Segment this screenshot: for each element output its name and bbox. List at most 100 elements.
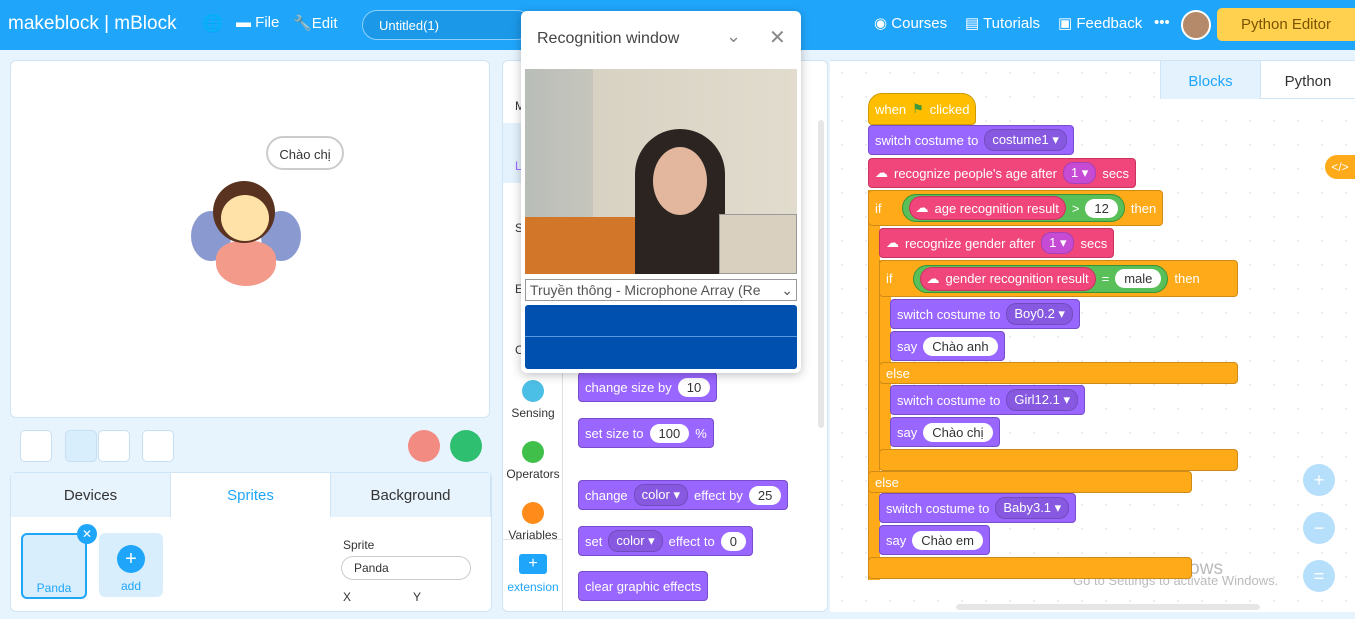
x-label: X — [343, 590, 352, 604]
block-text: then — [1174, 271, 1200, 286]
effect-value: color — [641, 487, 670, 502]
mic-select-value: Truyền thông - Microphone Array (Re — [530, 282, 761, 298]
zoom-reset-icon[interactable]: = — [1303, 560, 1335, 592]
feedback-label: Feedback — [1076, 15, 1143, 32]
block-text: age recognition result — [934, 200, 1059, 216]
block-when-flag-clicked[interactable]: when ⚑ clicked — [868, 93, 977, 125]
block-clear-effects[interactable]: clear graphic effects — [578, 571, 709, 601]
category-variables[interactable]: Variables — [503, 502, 563, 542]
block-text: if — [875, 200, 882, 216]
avatar[interactable] — [1181, 10, 1211, 40]
outer-if-end — [868, 557, 1192, 579]
stage[interactable] — [10, 60, 490, 418]
code-view-toggle-icon[interactable]: </> — [1325, 155, 1355, 179]
tab-background[interactable]: Background — [331, 473, 491, 517]
variables-dot — [522, 502, 544, 524]
effect-input[interactable]: 0 — [720, 531, 746, 551]
say-input[interactable]: Chào chị — [923, 422, 993, 442]
costume-dropdown[interactable]: costume1 ▾ — [984, 129, 1067, 151]
cloud-ai-icon: ☁ — [926, 270, 940, 286]
palette-scrollbar[interactable] — [818, 120, 824, 428]
edit-menu[interactable]: 🔧Edit — [293, 14, 338, 32]
y-label: Y — [413, 590, 422, 604]
tab-sprites[interactable]: Sprites — [171, 473, 331, 517]
size-input[interactable]: 10 — [677, 377, 711, 397]
block-recognize-gender[interactable]: ☁ recognize gender after 1 ▾ secs — [879, 228, 1115, 258]
sprite-name-input[interactable]: Panda — [341, 556, 471, 580]
costume-value: Boy0.2 — [1014, 306, 1055, 321]
fullscreen-button[interactable] — [20, 430, 52, 462]
sprite-label: Sprite — [343, 538, 375, 552]
block-say-anh[interactable]: say Chào anh — [890, 331, 1005, 361]
block-text: say — [897, 424, 918, 440]
courses-link[interactable]: ◉ Courses — [874, 14, 947, 32]
feedback-link[interactable]: ▣ Feedback — [1058, 14, 1142, 32]
effect-input[interactable]: 25 — [748, 485, 782, 505]
block-if-age[interactable]: if ☁ age recognition result >12 then — [868, 190, 1164, 226]
secs-dropdown[interactable]: 1 ▾ — [1041, 232, 1075, 254]
block-say-chi[interactable]: say Chào chị — [890, 417, 1000, 447]
block-switch-costume-girl[interactable]: switch costume to Girl12.1 ▾ — [890, 385, 1085, 415]
gt-operator[interactable]: ☁ age recognition result >12 — [901, 194, 1125, 222]
tab-python[interactable]: Python — [1260, 61, 1355, 99]
code-scrollbar[interactable] — [956, 604, 1260, 610]
costume-dropdown[interactable]: Baby3.1 ▾ — [995, 497, 1070, 519]
sprite-thumb-panda[interactable]: Panda — [21, 533, 87, 599]
block-say-em[interactable]: say Chào em — [879, 525, 990, 555]
block-recognize-age[interactable]: ☁ recognize people's age after 1 ▾ secs — [868, 158, 1137, 188]
grid-button[interactable] — [142, 430, 174, 462]
layout-large-button[interactable] — [65, 430, 97, 462]
block-text: change — [585, 487, 628, 503]
delete-sprite-icon[interactable]: ✕ — [77, 524, 97, 544]
block-set-effect[interactable]: set color ▾ effect to 0 — [578, 526, 753, 556]
block-switch-costume-boy[interactable]: switch costume to Boy0.2 ▾ — [890, 299, 1080, 329]
age-result-reporter[interactable]: ☁ age recognition result — [908, 196, 1066, 220]
effect-dropdown[interactable]: color ▾ — [608, 530, 663, 552]
block-text: switch costume to — [897, 392, 1001, 408]
tutorials-link[interactable]: ▤ Tutorials — [965, 14, 1040, 32]
gender-compare-input[interactable]: male — [1115, 269, 1162, 288]
block-change-size[interactable]: change size by 10 — [578, 372, 718, 402]
size-input[interactable]: 100 — [649, 423, 690, 443]
category-sensing[interactable]: Sensing — [503, 380, 563, 420]
eq-operator[interactable]: ☁ gender recognition result = male — [912, 264, 1169, 293]
tab-devices[interactable]: Devices — [11, 473, 171, 517]
block-switch-costume[interactable]: switch costume to costume1 ▾ — [868, 125, 1074, 155]
effect-dropdown[interactable]: color ▾ — [633, 484, 688, 506]
file-label: File — [255, 14, 280, 31]
secs-dropdown[interactable]: 1 ▾ — [1062, 162, 1097, 184]
block-text: clicked — [929, 101, 970, 117]
file-menu[interactable]: ▬ File — [236, 14, 279, 31]
gender-result-reporter[interactable]: ☁ gender recognition result — [919, 266, 1096, 291]
fairy-sprite[interactable] — [191, 181, 301, 301]
layout-small-button[interactable] — [98, 430, 130, 462]
globe-icon[interactable]: 🌐 — [202, 14, 223, 34]
zoom-out-icon[interactable]: − — [1303, 512, 1335, 544]
more-icon[interactable]: ••• — [1154, 14, 1170, 31]
green-flag-button[interactable] — [450, 430, 482, 462]
block-text: secs — [1102, 165, 1130, 181]
operator-symbol: > — [1071, 200, 1080, 216]
python-editor-button[interactable]: Python Editor — [1217, 8, 1355, 41]
say-input[interactable]: Chào em — [912, 530, 983, 550]
collapse-chevron-icon[interactable]: ⌄ — [726, 26, 741, 47]
project-title-input[interactable]: Untitled(1) — [362, 10, 532, 40]
tutorials-label: Tutorials — [983, 15, 1041, 32]
extension-button[interactable]: + extension — [503, 539, 563, 594]
block-text: say — [897, 338, 918, 354]
tab-blocks[interactable]: Blocks — [1160, 61, 1260, 99]
block-text: if — [886, 271, 893, 286]
block-if-gender[interactable]: if ☁ gender recognition result = male then — [879, 260, 1238, 297]
block-switch-costume-baby[interactable]: switch costume to Baby3.1 ▾ — [879, 493, 1077, 523]
microphone-select[interactable]: Truyền thông - Microphone Array (Re ⌄ — [525, 279, 797, 301]
zoom-in-icon[interactable]: + — [1303, 464, 1335, 496]
age-compare-input[interactable]: 12 — [1085, 198, 1118, 218]
say-input[interactable]: Chào anh — [923, 336, 998, 356]
costume-dropdown[interactable]: Boy0.2 ▾ — [1006, 303, 1073, 325]
block-set-size[interactable]: set size to 100% — [578, 418, 714, 448]
block-change-effect[interactable]: change color ▾ effect by 25 — [578, 480, 789, 510]
category-operators[interactable]: Operators — [503, 441, 563, 481]
costume-dropdown[interactable]: Girl12.1 ▾ — [1006, 389, 1078, 411]
close-icon[interactable]: ✕ — [769, 25, 786, 50]
stop-button[interactable] — [408, 430, 440, 462]
